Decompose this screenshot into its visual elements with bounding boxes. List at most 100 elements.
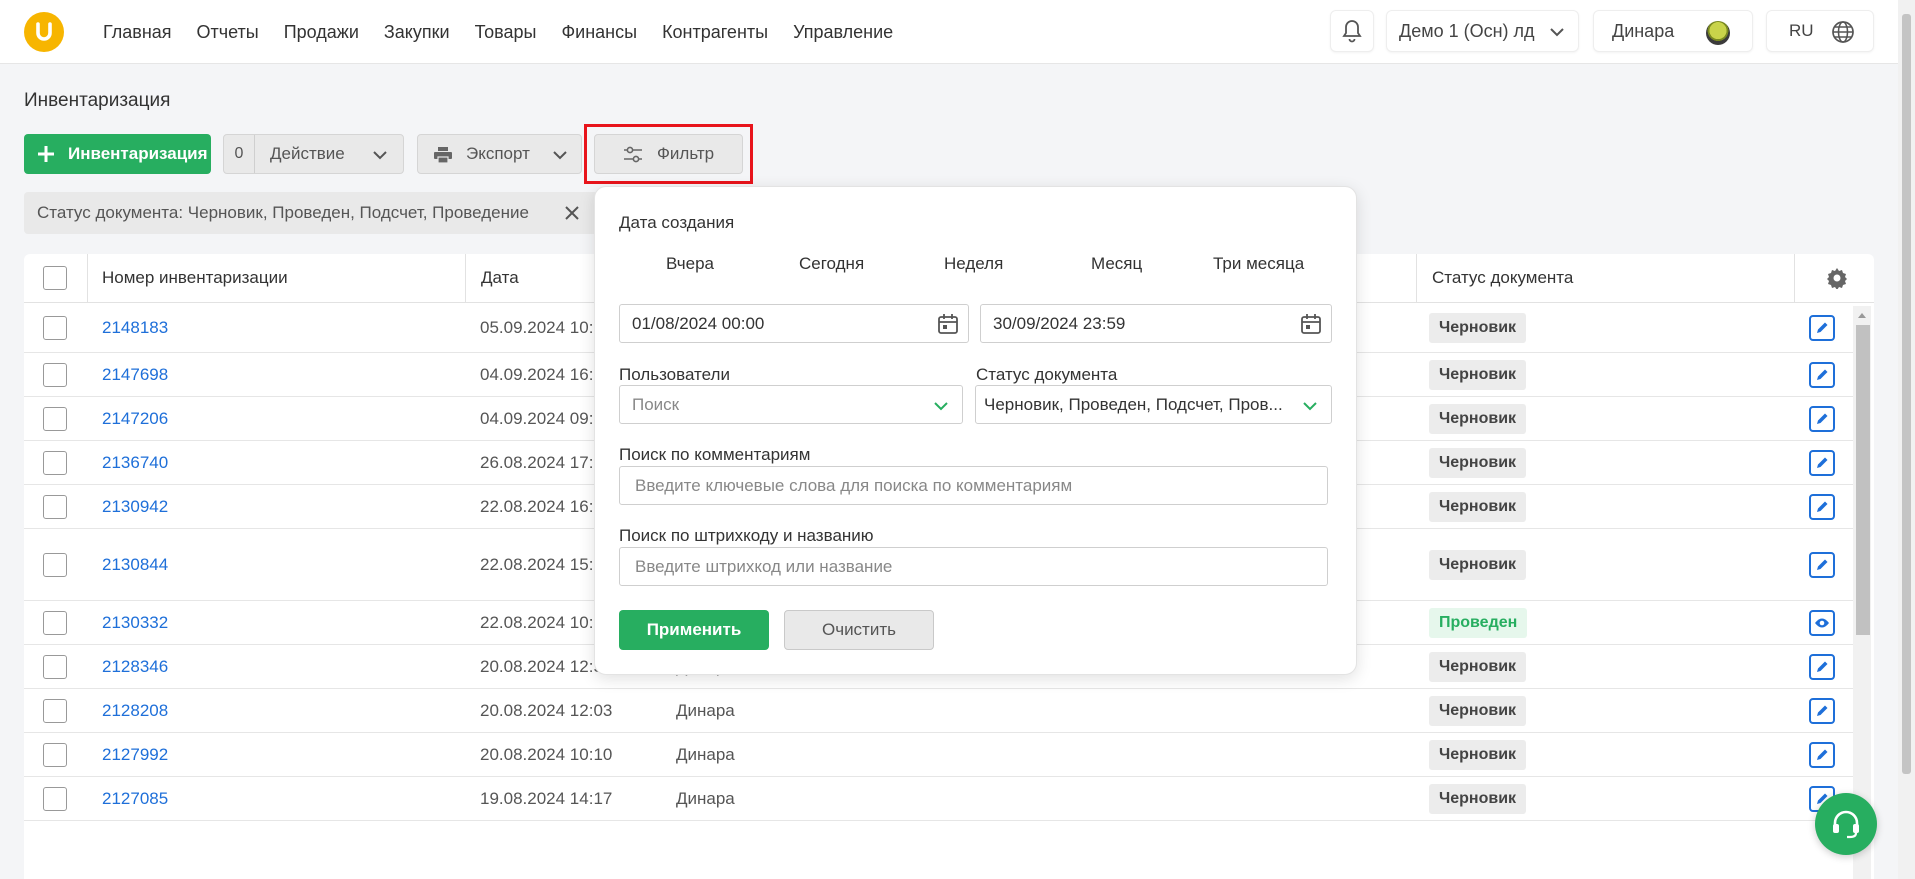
chevron-down-icon xyxy=(934,402,948,411)
table-row[interactable]: 2127085 19.08.2024 14:17 Динара Черновик xyxy=(24,777,1854,821)
inventory-number-link[interactable]: 2130844 xyxy=(102,555,168,575)
quick-week[interactable]: Неделя xyxy=(944,254,1003,274)
created-date-label: Дата создания xyxy=(619,213,735,232)
row-date: 20.08.2024 12:53 xyxy=(480,657,613,676)
selected-count: 0 xyxy=(224,135,255,173)
table-scrollbar-thumb[interactable] xyxy=(1856,325,1870,635)
calendar-icon[interactable] xyxy=(936,312,960,336)
quick-yesterday[interactable]: Вчера xyxy=(666,254,714,274)
gear-icon[interactable] xyxy=(1826,267,1848,289)
edit-button[interactable] xyxy=(1809,362,1835,388)
scroll-up-arrow-icon[interactable] xyxy=(1857,311,1867,319)
language-selector[interactable]: RU xyxy=(1766,10,1874,52)
inventory-number-link[interactable]: 2148183 xyxy=(102,318,168,338)
company-selector[interactable]: Демо 1 (Осн) лд xyxy=(1386,10,1579,52)
row-checkbox[interactable] xyxy=(43,451,67,475)
comment-search-placeholder: Введите ключевые слова для поиска по ком… xyxy=(635,475,1073,495)
edit-button[interactable] xyxy=(1809,450,1835,476)
page-scrollbar[interactable] xyxy=(1898,0,1915,879)
inventory-number-link[interactable]: 2130332 xyxy=(102,613,168,633)
nav-item-management[interactable]: Управление xyxy=(793,22,893,43)
edit-button[interactable] xyxy=(1809,654,1835,680)
pencil-icon xyxy=(1817,661,1828,672)
inventory-number-link[interactable]: 2128208 xyxy=(102,701,168,721)
inventory-number-link[interactable]: 2127992 xyxy=(102,745,168,765)
status-badge: Черновик xyxy=(1429,740,1527,770)
table-row[interactable]: 2127992 20.08.2024 10:10 Динара Черновик xyxy=(24,733,1854,777)
edit-button[interactable] xyxy=(1809,698,1835,724)
close-icon[interactable] xyxy=(564,205,580,221)
filter-label: Фильтр xyxy=(657,144,715,163)
select-all-checkbox[interactable] xyxy=(43,266,67,290)
inventory-number-link[interactable]: 2147698 xyxy=(102,365,168,385)
users-select[interactable]: Поиск xyxy=(619,385,963,424)
clear-button[interactable]: Очистить xyxy=(784,610,934,650)
nav-item-purchases[interactable]: Закупки xyxy=(384,22,450,43)
nav-item-reports[interactable]: Отчеты xyxy=(197,22,259,43)
row-checkbox[interactable] xyxy=(43,407,67,431)
header-date[interactable]: Дата xyxy=(481,268,519,288)
nav-item-contractors[interactable]: Контрагенты xyxy=(662,22,768,43)
edit-button[interactable] xyxy=(1809,552,1835,578)
comment-search-label: Поиск по комментариям xyxy=(619,445,811,464)
pencil-icon xyxy=(1817,705,1828,716)
add-inventory-button[interactable]: Инвентаризация xyxy=(24,134,211,174)
active-filter-label: Статус документа: Черновик, Проведен, По… xyxy=(37,203,529,222)
row-checkbox[interactable] xyxy=(43,495,67,519)
status-badge: Проведен xyxy=(1429,608,1528,638)
logo[interactable] xyxy=(24,12,64,52)
filter-button[interactable]: Фильтр xyxy=(594,134,743,174)
edit-button[interactable] xyxy=(1809,315,1835,341)
quick-today[interactable]: Сегодня xyxy=(799,254,864,274)
row-checkbox[interactable] xyxy=(43,553,67,577)
nav-item-finance[interactable]: Финансы xyxy=(561,22,637,43)
date-to-input[interactable]: 30/09/2024 23:59 xyxy=(980,304,1332,343)
calendar-icon[interactable] xyxy=(1299,312,1323,336)
inventory-number-link[interactable]: 2128346 xyxy=(102,657,168,677)
status-badge: Черновик xyxy=(1429,784,1527,814)
barcode-search-input[interactable]: Введите штрихкод или название xyxy=(619,547,1328,586)
quick-month[interactable]: Месяц xyxy=(1091,254,1142,274)
row-date: 22.08.2024 16: xyxy=(480,497,594,516)
inventory-number-link[interactable]: 2136740 xyxy=(102,453,168,473)
export-dropdown[interactable]: Экспорт xyxy=(417,134,582,174)
row-checkbox[interactable] xyxy=(43,316,67,340)
notifications-button[interactable] xyxy=(1330,10,1374,52)
inventory-number-link[interactable]: 2147206 xyxy=(102,409,168,429)
view-button[interactable] xyxy=(1809,610,1835,636)
status-badge: Черновик xyxy=(1429,404,1527,434)
row-checkbox[interactable] xyxy=(43,743,67,767)
comment-search-input[interactable]: Введите ключевые слова для поиска по ком… xyxy=(619,466,1328,505)
inventory-number-link[interactable]: 2127085 xyxy=(102,789,168,809)
row-checkbox[interactable] xyxy=(43,787,67,811)
user-menu[interactable]: Динара xyxy=(1593,10,1753,52)
nav-item-home[interactable]: Главная xyxy=(103,22,172,43)
pencil-icon xyxy=(1817,559,1828,570)
nav-item-sales[interactable]: Продажи xyxy=(284,22,359,43)
apply-button[interactable]: Применить xyxy=(619,610,769,650)
row-checkbox[interactable] xyxy=(43,611,67,635)
language-code: RU xyxy=(1789,21,1814,40)
edit-button[interactable] xyxy=(1809,494,1835,520)
company-name: Демо 1 (Осн) лд xyxy=(1399,20,1535,41)
support-chat-button[interactable] xyxy=(1815,793,1877,855)
quick-three-months[interactable]: Три месяца xyxy=(1213,254,1304,274)
pencil-icon xyxy=(1817,749,1828,760)
row-checkbox[interactable] xyxy=(43,699,67,723)
status-badge: Черновик xyxy=(1429,360,1527,390)
edit-button[interactable] xyxy=(1809,406,1835,432)
date-from-input[interactable]: 01/08/2024 00:00 xyxy=(619,304,969,343)
page-scrollbar-thumb[interactable] xyxy=(1902,14,1911,774)
table-row[interactable]: 2128208 20.08.2024 12:03 Динара Черновик xyxy=(24,689,1854,733)
header-number[interactable]: Номер инвентаризации xyxy=(102,268,288,288)
nav-item-products[interactable]: Товары xyxy=(475,22,537,43)
status-badge: Черновик xyxy=(1429,313,1527,343)
status-select[interactable]: Черновик, Проведен, Подсчет, Пров... xyxy=(975,385,1332,424)
inventory-number-link[interactable]: 2130942 xyxy=(102,497,168,517)
action-dropdown[interactable]: 0 Действие xyxy=(223,134,404,174)
edit-button[interactable] xyxy=(1809,742,1835,768)
filter-popover: Дата создания Вчера Сегодня Неделя Месяц… xyxy=(594,186,1357,675)
row-checkbox[interactable] xyxy=(43,655,67,679)
row-checkbox[interactable] xyxy=(43,363,67,387)
header-status[interactable]: Статус документа xyxy=(1432,268,1573,288)
